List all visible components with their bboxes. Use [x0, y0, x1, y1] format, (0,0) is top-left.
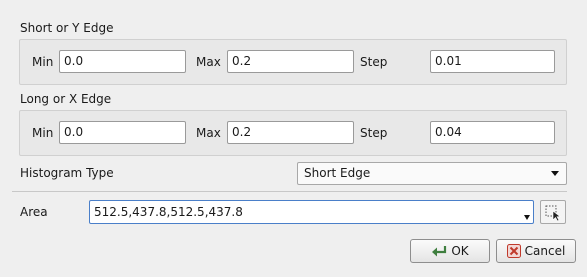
check-arrow-icon: [432, 246, 447, 257]
histogram-type-value: Short Edge: [304, 166, 371, 180]
cancel-x-icon: [506, 244, 521, 258]
area-combo-input[interactable]: 512.5,437.8,512.5,437.8: [89, 200, 534, 224]
area-label: Area: [20, 205, 48, 219]
histogram-type-label: Histogram Type: [20, 166, 114, 180]
chevron-down-icon: [524, 215, 530, 220]
long-max-label: Max: [196, 126, 221, 140]
long-edge-title: Long or X Edge: [20, 92, 112, 106]
long-min-input[interactable]: 0.0: [59, 121, 186, 144]
histogram-type-select[interactable]: Short Edge: [297, 162, 567, 185]
select-area-button[interactable]: [540, 200, 566, 224]
long-step-label: Step: [360, 126, 388, 140]
chevron-down-icon: [551, 171, 559, 176]
short-max-input[interactable]: 0.2: [227, 50, 354, 73]
short-edge-group: Min 0.0 Max 0.2 Step 0.01: [19, 39, 567, 85]
long-step-input[interactable]: 0.04: [430, 121, 555, 144]
short-edge-title: Short or Y Edge: [20, 21, 114, 35]
short-step-input[interactable]: 0.01: [430, 50, 555, 73]
area-value: 512.5,437.8,512.5,437.8: [94, 205, 243, 219]
short-min-input[interactable]: 0.0: [59, 50, 186, 73]
separator: [12, 191, 567, 192]
select-area-icon: [545, 205, 561, 222]
ok-button[interactable]: OK: [410, 239, 490, 263]
cancel-label: Cancel: [524, 244, 566, 258]
short-min-label: Min: [32, 55, 54, 69]
long-min-label: Min: [32, 126, 54, 140]
ok-label: OK: [451, 244, 469, 258]
short-max-label: Max: [196, 55, 221, 69]
short-step-label: Step: [360, 55, 388, 69]
long-max-input[interactable]: 0.2: [227, 121, 354, 144]
long-edge-group: Min 0.0 Max 0.2 Step 0.04: [19, 110, 567, 156]
cancel-button[interactable]: Cancel: [496, 239, 576, 263]
